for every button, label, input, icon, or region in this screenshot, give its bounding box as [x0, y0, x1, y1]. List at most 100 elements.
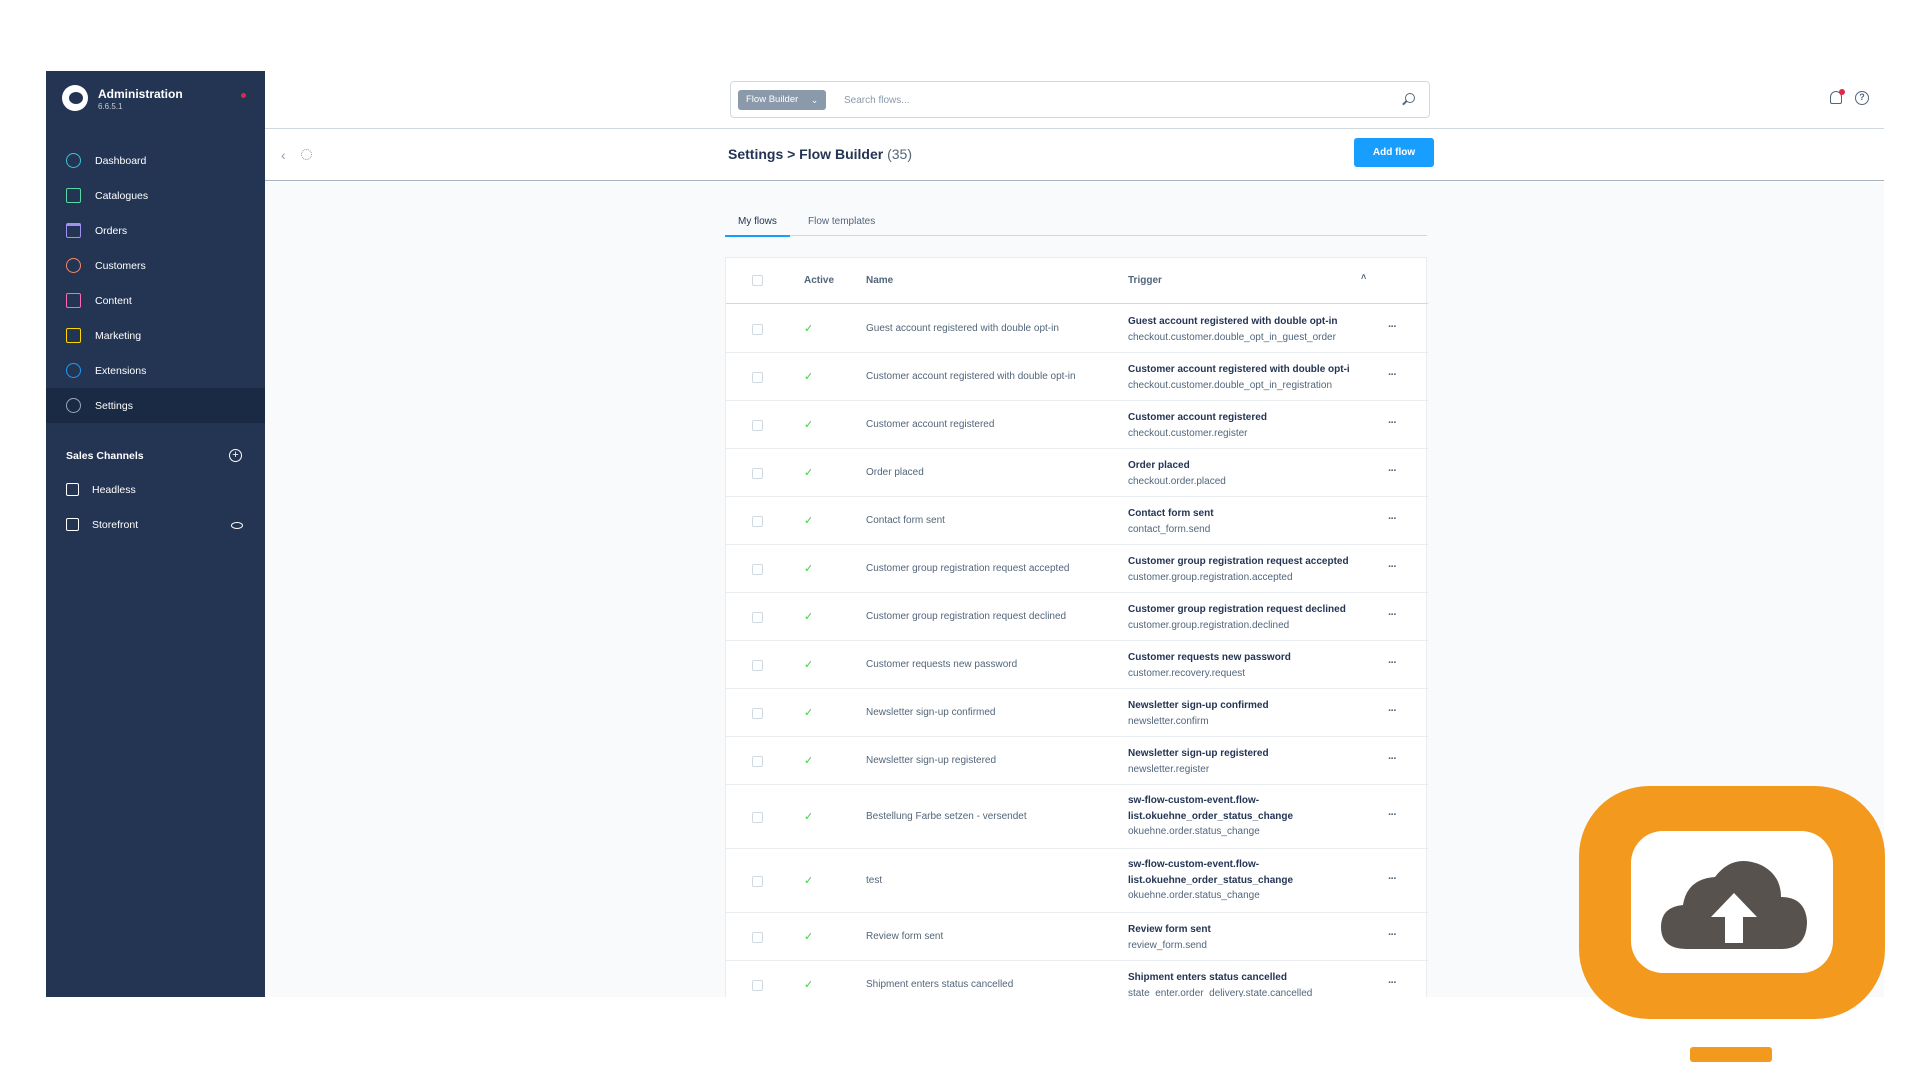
sidebar-item-dashboard[interactable]: Dashboard [46, 143, 265, 178]
sales-channel-storefront[interactable]: Storefront [66, 518, 138, 531]
sidebar-item-marketing[interactable]: Marketing [46, 318, 265, 353]
notification-dot [1839, 89, 1845, 95]
more-actions-icon[interactable]: ··· [1388, 705, 1397, 717]
table-row[interactable]: ✓ Review form sent Review form sent review_… [726, 913, 1428, 961]
eye-icon[interactable] [231, 522, 243, 529]
gear-icon[interactable] [301, 149, 312, 160]
sales-channel-headless[interactable]: Headless [66, 483, 136, 496]
flow-name[interactable]: Customer account registered with double … [866, 371, 1076, 382]
flow-table: Active Name Trigger ˄ ✓ Guest account reg… [725, 257, 1428, 997]
row-checkbox[interactable] [752, 468, 763, 479]
sidebar-item-settings[interactable]: Settings [46, 388, 265, 423]
row-checkbox[interactable] [752, 372, 763, 383]
active-check-icon: ✓ [804, 979, 814, 991]
sidebar-item-extensions[interactable]: Extensions [46, 353, 265, 388]
flow-name[interactable]: Customer group registration request decl… [866, 611, 1066, 622]
more-actions-icon[interactable]: ··· [1388, 809, 1397, 821]
table-row[interactable]: ✓ Customer account registered with double… [726, 353, 1428, 401]
row-checkbox[interactable] [752, 612, 763, 623]
trigger-cell: Customer account registered checkout.cust… [1128, 410, 1364, 441]
flow-name[interactable]: Bestellung Farbe setzen - versendet [866, 811, 1027, 822]
more-actions-icon[interactable]: ··· [1388, 417, 1397, 429]
table-row[interactable]: ✓ Bestellung Farbe setzen - versendet sw-f… [726, 785, 1428, 849]
column-name[interactable]: Name [866, 275, 893, 286]
more-actions-icon[interactable]: ··· [1388, 929, 1397, 941]
table-row[interactable]: ✓ Contact form sent Contact form sent conta… [726, 497, 1428, 545]
column-trigger[interactable]: Trigger [1128, 275, 1162, 286]
row-checkbox[interactable] [752, 420, 763, 431]
tab-my-flows[interactable]: My flows [725, 216, 790, 237]
column-active[interactable]: Active [804, 275, 834, 286]
more-actions-icon[interactable]: ··· [1388, 321, 1397, 333]
brand[interactable]: Administration 6.6.5.1 [62, 85, 252, 115]
more-actions-icon[interactable]: ··· [1388, 753, 1397, 765]
flow-name[interactable]: Newsletter sign-up confirmed [866, 707, 996, 718]
row-checkbox[interactable] [752, 564, 763, 575]
more-actions-icon[interactable]: ··· [1388, 977, 1397, 989]
table-row[interactable]: ✓ Customer group registration request acc… [726, 545, 1428, 593]
trigger-label: sw-flow-custom-event.flow- [1128, 859, 1260, 870]
more-actions-icon[interactable]: ··· [1388, 609, 1397, 621]
trigger-event: customer.group.registration.accepted [1128, 571, 1293, 583]
sidebar-item-customers[interactable]: Customers [46, 248, 265, 283]
tab-flow-templates[interactable]: Flow templates [795, 216, 888, 237]
more-actions-icon[interactable]: ··· [1388, 465, 1397, 477]
add-flow-button[interactable]: Add flow [1354, 138, 1434, 167]
active-check-icon: ✓ [804, 563, 814, 575]
flow-name[interactable]: Order placed [866, 467, 924, 478]
trigger-label: Customer requests new password [1128, 652, 1291, 663]
table-row[interactable]: ✓ Customer account registered Customer acc… [726, 401, 1428, 449]
flow-name[interactable]: test [866, 875, 882, 886]
help-icon[interactable]: ? [1855, 91, 1869, 105]
table-row[interactable]: ✓ Newsletter sign-up registered Newsletter… [726, 737, 1428, 785]
table-row[interactable]: ✓ Guest account registered with double op… [726, 305, 1428, 353]
more-actions-icon[interactable]: ··· [1388, 561, 1397, 573]
dashboard-icon [66, 153, 81, 168]
sidebar-item-catalogues[interactable]: Catalogues [46, 178, 265, 213]
trigger-event: newsletter.confirm [1128, 715, 1209, 727]
catalogues-icon [66, 188, 81, 203]
active-check-icon: ✓ [804, 323, 814, 335]
more-actions-icon[interactable]: ··· [1388, 873, 1397, 885]
chevron-left-icon[interactable]: ‹ [281, 147, 286, 163]
add-sales-channel-icon[interactable]: + [229, 449, 242, 462]
sidebar-item-label: Extensions [95, 364, 147, 377]
flow-name[interactable]: Guest account registered with double opt… [866, 323, 1059, 334]
table-row[interactable]: ✓ Customer group registration request dec… [726, 593, 1428, 641]
row-checkbox[interactable] [752, 756, 763, 767]
row-checkbox[interactable] [752, 708, 763, 719]
flow-name[interactable]: Contact form sent [866, 515, 945, 526]
more-actions-icon[interactable]: ··· [1388, 657, 1397, 669]
row-checkbox[interactable] [752, 812, 763, 823]
flow-name[interactable]: Review form sent [866, 931, 943, 942]
flow-name[interactable]: Customer account registered [866, 419, 994, 430]
row-checkbox[interactable] [752, 516, 763, 527]
table-row[interactable]: ✓ Customer requests new password Customer … [726, 641, 1428, 689]
table-row[interactable]: ✓ Order placed Order placed checkout.order.… [726, 449, 1428, 497]
more-actions-icon[interactable]: ··· [1388, 369, 1397, 381]
flow-name[interactable]: Customer requests new password [866, 659, 1017, 670]
trigger-label: Customer group registration request decl… [1128, 604, 1346, 615]
row-checkbox[interactable] [752, 876, 763, 887]
trigger-label: Guest account registered with double opt… [1128, 316, 1338, 327]
flow-name[interactable]: Customer group registration request acce… [866, 563, 1069, 574]
table-row[interactable]: ✓ Newsletter sign-up confirmed Newsletter … [726, 689, 1428, 737]
search-icon[interactable] [1405, 93, 1415, 103]
table-row[interactable]: ✓ Shipment enters status cancelled Shipmen… [726, 961, 1428, 997]
flow-count: (35) [887, 146, 912, 162]
table-row[interactable]: ✓ test sw-flow-custom-event.flow-list.okue… [726, 849, 1428, 913]
select-all-checkbox[interactable] [752, 275, 763, 286]
sidebar-item-content[interactable]: Content [46, 283, 265, 318]
row-checkbox[interactable] [752, 660, 763, 671]
table-header: Active Name Trigger ˄ [726, 258, 1428, 304]
flow-name[interactable]: Newsletter sign-up registered [866, 755, 996, 766]
flow-name[interactable]: Shipment enters status cancelled [866, 979, 1013, 990]
more-actions-icon[interactable]: ··· [1388, 513, 1397, 525]
row-checkbox[interactable] [752, 980, 763, 991]
search-input[interactable] [844, 91, 1384, 109]
sidebar-item-orders[interactable]: Orders [46, 213, 265, 248]
sort-icon[interactable]: ˄ [1361, 272, 1366, 282]
search-scope-chip[interactable]: Flow Builder ⌄ [738, 90, 827, 110]
row-checkbox[interactable] [752, 932, 763, 943]
row-checkbox[interactable] [752, 324, 763, 335]
